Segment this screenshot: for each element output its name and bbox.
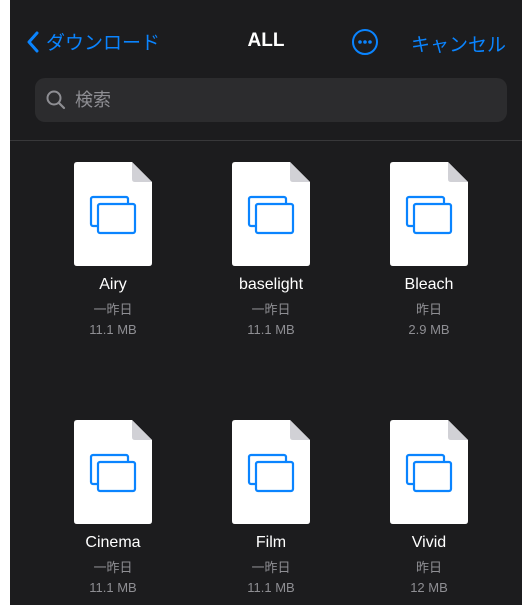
search-bar[interactable]	[35, 78, 507, 122]
search-input[interactable]	[73, 88, 477, 112]
file-date: 昨日	[415, 560, 442, 575]
navigation-bar: ダウンロード ALL キャンセル	[10, 0, 522, 70]
file-date: 一昨日	[93, 302, 133, 317]
document-icon	[74, 162, 152, 266]
file-size: 11.1 MB	[247, 322, 295, 337]
document-icon	[390, 162, 468, 266]
file-item[interactable]: Cinema 一昨日 11.1 MB	[38, 420, 188, 595]
file-size: 12 MB	[410, 580, 448, 595]
file-name: Airy	[99, 276, 127, 293]
file-date: 一昨日	[251, 302, 291, 317]
file-size: 11.1 MB	[247, 580, 295, 595]
file-date: 昨日	[415, 302, 442, 317]
file-item[interactable]: baselight 一昨日 11.1 MB	[196, 162, 346, 337]
file-name: Bleach	[404, 276, 454, 293]
divider	[10, 140, 522, 141]
back-button[interactable]: ダウンロード	[26, 28, 160, 55]
file-size: 11.1 MB	[89, 580, 137, 595]
file-item[interactable]: Airy 一昨日 11.1 MB	[38, 162, 188, 337]
cancel-button[interactable]: キャンセル	[411, 30, 506, 57]
file-item[interactable]: Bleach 昨日 2.9 MB	[354, 162, 504, 337]
file-item[interactable]: Film 一昨日 11.1 MB	[196, 420, 346, 595]
document-icon	[232, 162, 310, 266]
file-name: baselight	[238, 276, 304, 293]
chevron-left-icon	[27, 31, 39, 52]
document-icon	[232, 420, 310, 524]
file-size: 11.1 MB	[89, 322, 137, 337]
file-name: Cinema	[85, 534, 141, 551]
file-date: 一昨日	[251, 560, 291, 575]
document-icon	[390, 420, 468, 524]
file-name: Vivid	[411, 534, 447, 551]
search-icon	[46, 90, 66, 110]
document-icon	[74, 420, 152, 524]
file-date: 一昨日	[93, 560, 133, 575]
file-item[interactable]: Vivid 昨日 12 MB	[354, 420, 504, 595]
back-label: ダウンロード	[46, 33, 161, 54]
file-size: 2.9 MB	[408, 322, 450, 337]
file-name: Film	[255, 534, 287, 551]
ellipsis-circle-icon[interactable]	[350, 27, 380, 57]
files-screen: ダウンロード ALL キャンセル Airy一昨日11.1 MBbaselight…	[10, 0, 522, 605]
